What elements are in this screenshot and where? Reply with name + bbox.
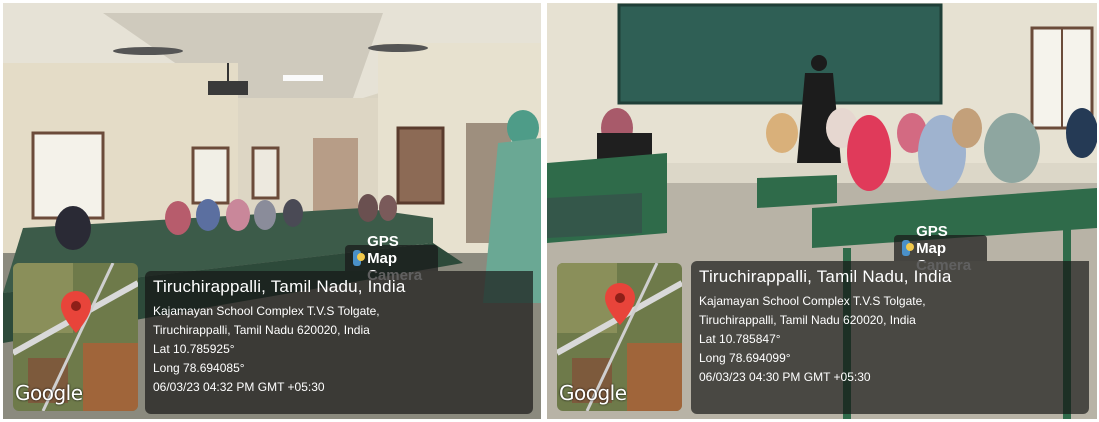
longitude: Long 78.694099°: [699, 351, 791, 365]
google-logo: Google: [15, 381, 83, 405]
longitude: Long 78.694085°: [153, 361, 245, 375]
location-info-right: Tiruchirappalli, Tamil Nadu, India Kajam…: [691, 261, 1089, 414]
city-title: Tiruchirappalli, Tamil Nadu, India: [699, 267, 952, 286]
location-info-left: Tiruchirappalli, Tamil Nadu, India Kajam…: [145, 271, 533, 414]
address-line-2: Tiruchirappalli, Tamil Nadu 620020, Indi…: [699, 313, 916, 327]
latitude: Lat 10.785925°: [153, 342, 235, 356]
gps-map-camera-badge-left: GPS Map Camera: [345, 233, 439, 284]
address-line-1: Kajamayan School Complex T.V.S Tolgate,: [699, 294, 926, 308]
gps-camera-icon: [353, 250, 366, 266]
datetime: 06/03/23 04:30 PM GMT +05:30: [699, 370, 871, 384]
google-logo: Google: [559, 381, 627, 405]
datetime: 06/03/23 04:32 PM GMT +05:30: [153, 380, 325, 394]
latitude: Lat 10.785847°: [699, 332, 781, 346]
map-thumbnail-right: Google: [557, 263, 682, 411]
gps-camera-icon: [902, 240, 915, 256]
classroom-photo-right: Google GPS Map Camera Tiruchirappalli, T…: [547, 3, 1097, 419]
address-line-1: Kajamayan School Complex T.V.S Tolgate,: [153, 304, 380, 318]
gps-map-camera-badge-right: GPS Map Camera: [894, 223, 988, 274]
map-pin-icon: [605, 283, 635, 325]
address-line-2: Tiruchirappalli, Tamil Nadu 620020, Indi…: [153, 323, 370, 337]
map-thumbnail-left: Google: [13, 263, 138, 411]
classroom-photo-left: Google GPS Map Camera Tiruchirappalli, T…: [3, 3, 541, 419]
city-title: Tiruchirappalli, Tamil Nadu, India: [153, 277, 406, 296]
map-pin-icon: [61, 291, 91, 333]
